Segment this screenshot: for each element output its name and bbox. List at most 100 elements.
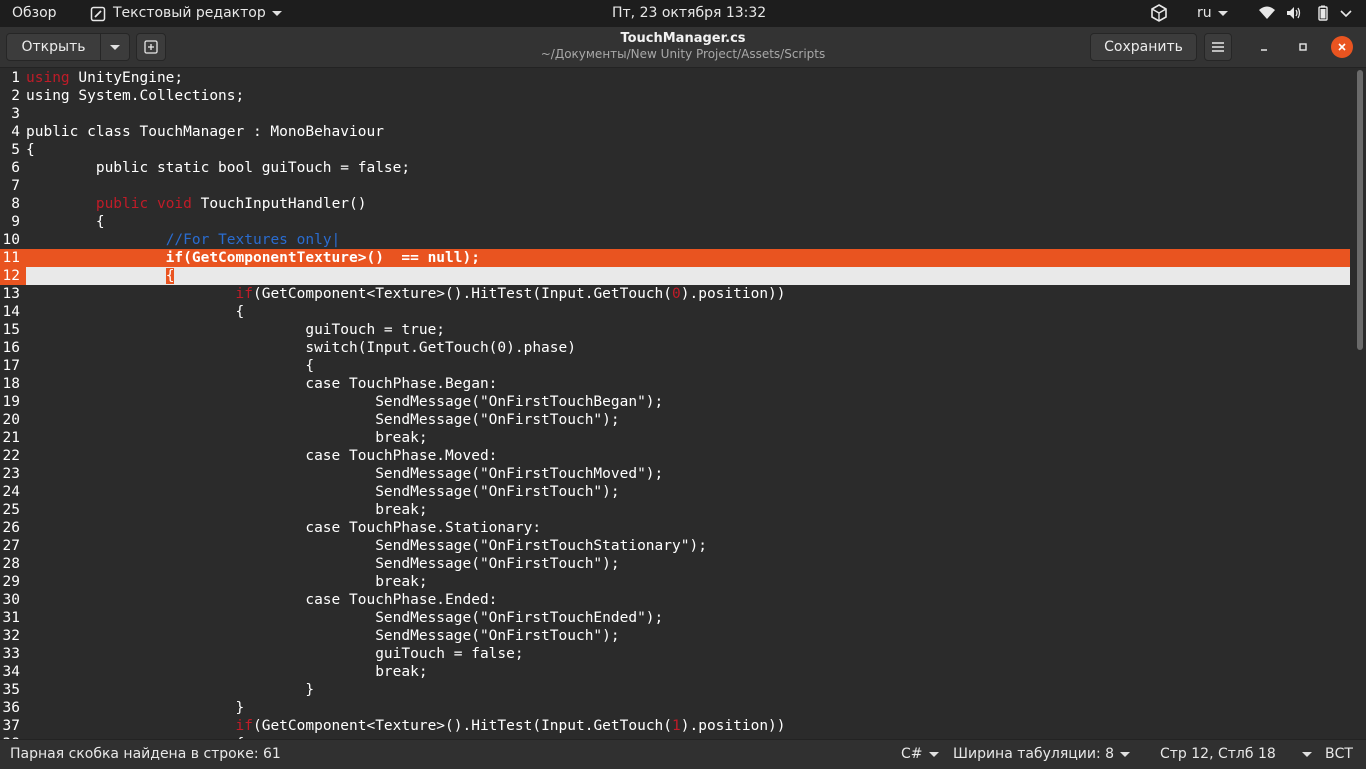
code-line[interactable]: 27 SendMessage("OnFirstTouchStationary")…	[0, 537, 1350, 555]
hamburger-menu-icon	[1212, 42, 1224, 52]
code-line[interactable]: 13 if(GetComponent<Texture>().HitTest(In…	[0, 285, 1350, 303]
code-line[interactable]: 22 case TouchPhase.Moved:	[0, 447, 1350, 465]
code-line[interactable]: 34 break;	[0, 663, 1350, 681]
volume-icon[interactable]	[1286, 6, 1302, 25]
open-recent-dropdown[interactable]	[100, 33, 130, 61]
minimize-icon	[1259, 42, 1269, 52]
minimize-button[interactable]	[1252, 35, 1276, 59]
wifi-icon[interactable]	[1258, 6, 1276, 25]
battery-icon[interactable]	[1316, 5, 1330, 26]
cursor-position[interactable]: Стр 12, Стлб 18	[1160, 746, 1312, 763]
app-menu[interactable]: Текстовый редактор	[90, 5, 282, 22]
line-code: guiTouch = true;	[26, 322, 446, 338]
close-icon	[1337, 42, 1347, 52]
code-line[interactable]: 9 {	[0, 213, 1350, 231]
line-number: 34	[2, 664, 20, 680]
new-tab-button[interactable]	[136, 33, 166, 61]
code-line[interactable]: 28 SendMessage("OnFirstTouch");	[0, 555, 1350, 573]
code-line[interactable]: 8 public void TouchInputHandler()	[0, 195, 1350, 213]
code-line[interactable]: 20 SendMessage("OnFirstTouch");	[0, 411, 1350, 429]
line-code: }	[26, 682, 315, 698]
line-number: 33	[2, 646, 20, 662]
line-code: SendMessage("OnFirstTouchMoved");	[26, 466, 664, 482]
line-code: {	[26, 358, 315, 374]
code-line[interactable]: 6 public static bool guiTouch = false;	[0, 159, 1350, 177]
code-line[interactable]: 25 break;	[0, 501, 1350, 519]
line-number: 1	[11, 70, 20, 86]
line-code: SendMessage("OnFirstTouch");	[26, 556, 620, 572]
code-line[interactable]: 21 break;	[0, 429, 1350, 447]
code-line[interactable]: 11 if(GetComponentTexture>() == null);	[0, 249, 1350, 267]
line-number: 13	[2, 286, 20, 302]
code-line[interactable]: 1 using UnityEngine;	[0, 69, 1350, 87]
line-number: 2	[11, 88, 20, 104]
code-line[interactable]: 16 switch(Input.GetTouch(0).phase)	[0, 339, 1350, 357]
line-number: 26	[2, 520, 20, 536]
new-document-icon	[144, 40, 158, 54]
line-code: break;	[26, 502, 428, 518]
language-indicator[interactable]: ru	[1197, 5, 1228, 22]
line-number: 24	[2, 484, 20, 500]
close-button[interactable]	[1331, 36, 1353, 58]
code-line[interactable]: 36 }	[0, 699, 1350, 717]
language-selector[interactable]: C#	[901, 746, 939, 763]
code-line[interactable]: 5{	[0, 141, 1350, 159]
code-line[interactable]: 35 }	[0, 681, 1350, 699]
cursor-position-label: Стр 12, Стлб 18	[1160, 746, 1276, 762]
insert-mode[interactable]: ВСТ	[1325, 746, 1353, 763]
code-line[interactable]: 30 case TouchPhase.Ended:	[0, 591, 1350, 609]
code-line[interactable]: 37 if(GetComponent<Texture>().HitTest(In…	[0, 717, 1350, 735]
language-arrow-icon	[1217, 11, 1228, 16]
line-number: 23	[2, 466, 20, 482]
code-line[interactable]: 32 SendMessage("OnFirstTouch");	[0, 627, 1350, 645]
tab-width-selector[interactable]: Ширина табуляции: 8	[953, 746, 1131, 763]
line-code: case TouchPhase.Moved:	[26, 448, 498, 464]
line-code: break;	[26, 430, 428, 446]
code-line[interactable]: 23 SendMessage("OnFirstTouchMoved");	[0, 465, 1350, 483]
vertical-scrollbar[interactable]	[1354, 68, 1366, 739]
code-line[interactable]: 3	[0, 105, 1350, 123]
line-code: using UnityEngine;	[26, 70, 184, 86]
line-number: 22	[2, 448, 20, 464]
line-number: 5	[11, 142, 20, 158]
file-path: ~/Документы/New Unity Project/Assets/Scr…	[540, 47, 826, 61]
scrollbar-thumb[interactable]	[1357, 70, 1363, 350]
code-line[interactable]: 7	[0, 177, 1350, 195]
code-line[interactable]: 33 guiTouch = false;	[0, 645, 1350, 663]
code-line[interactable]: 4 public class TouchManager : MonoBehavio…	[0, 123, 1350, 141]
clock[interactable]: Пт, 23 октября 13:32	[612, 5, 766, 22]
maximize-button[interactable]	[1291, 35, 1315, 59]
power-menu-icon[interactable]	[1338, 5, 1354, 26]
code-line[interactable]: 18 case TouchPhase.Began:	[0, 375, 1350, 393]
line-number: 16	[2, 340, 20, 356]
code-line[interactable]: 14 {	[0, 303, 1350, 321]
open-button[interactable]: Открыть	[6, 33, 101, 61]
line-code: SendMessage("OnFirstTouchStationary");	[26, 538, 707, 554]
activities-button[interactable]: Обзор	[12, 5, 57, 22]
unity-icon[interactable]	[1150, 4, 1168, 27]
code-line[interactable]: 15 guiTouch = true;	[0, 321, 1350, 339]
line-code: //For Textures only|	[165, 232, 341, 248]
code-line[interactable]: 2 using System.Collections;	[0, 87, 1350, 105]
code-line[interactable]: 10 //For Textures only|	[0, 231, 1350, 249]
line-code: {	[26, 214, 105, 230]
line-number: 35	[2, 682, 20, 698]
header-bar: Открыть TouchManager.cs ~/Документы/New …	[0, 27, 1366, 68]
code-line[interactable]: 31 SendMessage("OnFirstTouchEnded");	[0, 609, 1350, 627]
line-number: 9	[11, 214, 20, 230]
save-button[interactable]: Сохранить	[1090, 33, 1197, 61]
code-line[interactable]: 12 {	[0, 267, 1350, 285]
status-bar: Парная скобка найдена в строке: 61 C# Ши…	[0, 739, 1366, 769]
code-line[interactable]: 29 break;	[0, 573, 1350, 591]
line-number: 8	[11, 196, 20, 212]
code-line[interactable]: 19 SendMessage("OnFirstTouchBegan");	[0, 393, 1350, 411]
code-editor[interactable]: 1 using UnityEngine; 2 using System.Collect…	[0, 68, 1354, 739]
line-code: public static bool guiTouch = false;	[26, 160, 411, 176]
line-number: 11	[2, 250, 20, 266]
hamburger-menu-button[interactable]	[1204, 33, 1232, 61]
line-number: 14	[2, 304, 20, 320]
code-line[interactable]: 24 SendMessage("OnFirstTouch");	[0, 483, 1350, 501]
line-number: 7	[11, 178, 20, 194]
code-line[interactable]: 17 {	[0, 357, 1350, 375]
code-line[interactable]: 26 case TouchPhase.Stationary:	[0, 519, 1350, 537]
